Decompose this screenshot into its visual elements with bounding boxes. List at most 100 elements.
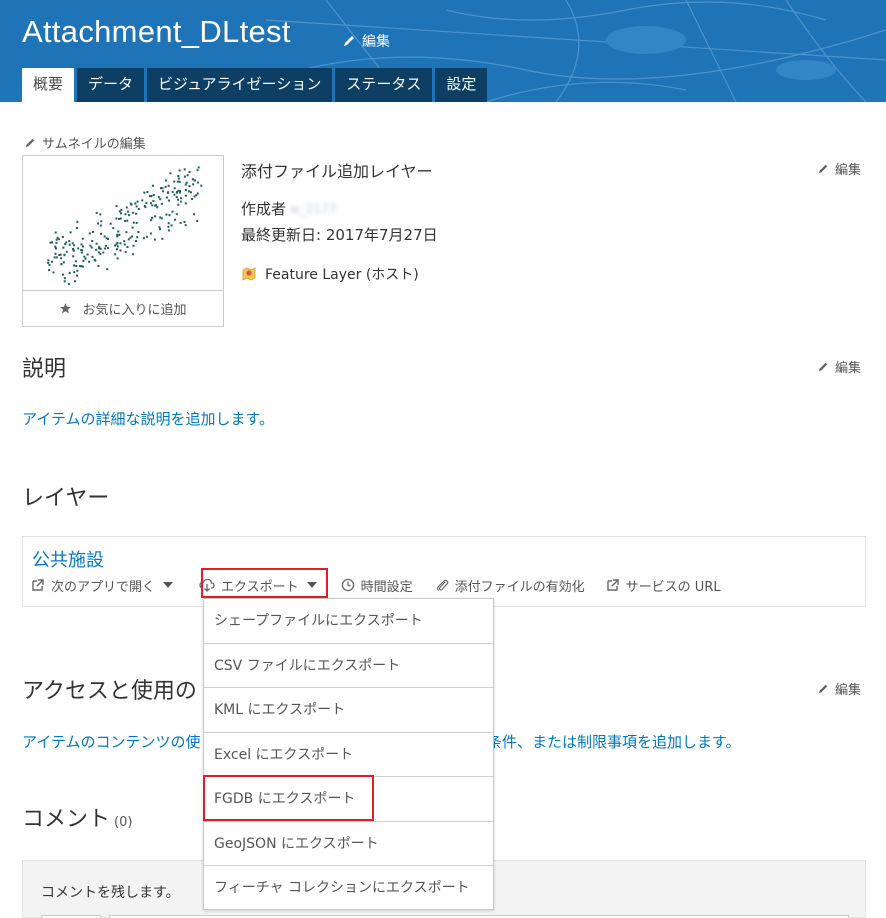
thumbnail-point xyxy=(80,265,83,268)
tab-status[interactable]: ステータス xyxy=(335,68,433,102)
access-edit-label: 編集 xyxy=(835,683,862,698)
thumbnail-point xyxy=(175,213,178,216)
thumbnail-point xyxy=(168,214,171,217)
thumbnail-edit-button[interactable]: サムネイルの編集 xyxy=(24,133,146,152)
add-description-link[interactable]: アイテムの詳細な説明を追加します。 xyxy=(22,408,274,429)
thumbnail-point xyxy=(160,187,162,190)
thumbnail-point xyxy=(167,191,169,194)
thumbnail-point xyxy=(80,249,83,251)
thumbnail-point xyxy=(115,205,118,208)
thumbnail-point xyxy=(95,242,98,245)
thumbnail-point xyxy=(118,233,121,236)
thumbnail-point xyxy=(116,233,119,236)
export-feature-collection-item[interactable]: フィーチャ コレクションにエクスポート xyxy=(204,866,493,911)
thumbnail-point xyxy=(52,271,55,274)
comments-count: (0) xyxy=(114,815,133,830)
thumbnail-point xyxy=(71,242,74,245)
add-favorite-button[interactable]: お気に入りに追加 xyxy=(23,290,223,326)
time-settings-button[interactable]: 時間設定 xyxy=(341,576,413,595)
tab-visualization[interactable]: ビジュアライゼーション xyxy=(147,68,333,102)
pencil-icon xyxy=(818,164,828,173)
access-edit-button[interactable]: 編集 xyxy=(817,679,861,698)
thumbnail-point xyxy=(191,178,194,181)
thumbnail-point xyxy=(177,203,180,206)
thumbnail-point xyxy=(51,241,53,244)
enable-attachments-button[interactable]: 添付ファイルの有効化 xyxy=(435,576,585,595)
tab-data[interactable]: データ xyxy=(77,68,145,102)
comments-heading: コメント (0) xyxy=(22,801,132,833)
thumbnail-point xyxy=(167,229,170,232)
export-csv-item[interactable]: CSV ファイルにエクスポート xyxy=(204,644,493,688)
thumbnail-point xyxy=(177,175,180,177)
add-favorite-label: お気に入りに追加 xyxy=(82,303,187,318)
thumbnail-point xyxy=(174,218,176,221)
export-excel-item[interactable]: Excel にエクスポート xyxy=(204,733,493,777)
thumbnail-point xyxy=(117,230,120,233)
thumbnail-point xyxy=(135,205,138,208)
export-kml-item[interactable]: KML にエクスポート xyxy=(204,688,493,733)
thumbnail-point xyxy=(184,224,187,227)
thumbnail-point xyxy=(80,243,83,246)
layer-name-link[interactable]: 公共施設 xyxy=(32,546,104,572)
thumbnail-point xyxy=(55,241,58,244)
thumbnail-point xyxy=(74,280,76,283)
thumbnail-point xyxy=(160,202,163,205)
thumbnail-point xyxy=(68,243,71,246)
thumbnail-point xyxy=(74,260,77,263)
external-link-icon xyxy=(606,579,619,591)
pencil-icon xyxy=(344,36,354,46)
thumbnail-point xyxy=(184,189,187,191)
thumbnail-point xyxy=(136,236,139,239)
tab-overview[interactable]: 概要 xyxy=(22,68,75,102)
export-shapefile-item[interactable]: シェープファイルにエクスポート xyxy=(204,599,493,644)
thumbnail-point xyxy=(118,218,121,220)
star-icon xyxy=(60,303,72,314)
thumbnail-point xyxy=(68,271,71,274)
pencil-icon xyxy=(818,362,828,371)
add-access-link-start[interactable]: アイテムのコンテンツの使 xyxy=(22,731,201,752)
thumbnail-point xyxy=(56,236,59,239)
add-access-link-end[interactable]: の条件、または制限事項を追加します。 xyxy=(472,731,741,752)
thumbnail-point xyxy=(116,257,119,260)
thumbnail-point xyxy=(54,245,57,248)
thumbnail-point xyxy=(123,240,126,243)
title-edit-button[interactable]: 編集 xyxy=(342,31,390,51)
comments-heading-label: コメント xyxy=(22,807,111,832)
open-in-app-button[interactable]: 次のアプリで開く xyxy=(31,576,174,595)
thumbnail-point xyxy=(184,183,187,186)
thumbnail-point xyxy=(135,212,138,215)
thumbnail-point xyxy=(136,200,139,203)
thumbnail-point xyxy=(128,214,131,217)
thumbnail-point xyxy=(104,247,107,250)
thumbnail-point xyxy=(149,232,152,235)
thumbnail-point xyxy=(169,172,172,175)
fgdb-highlight-box xyxy=(203,775,374,821)
thumbnail-point xyxy=(114,253,117,256)
thumbnail-point xyxy=(173,187,176,190)
thumbnail-point xyxy=(106,268,109,271)
thumbnail-point xyxy=(91,240,94,242)
item-edit-button[interactable]: 編集 xyxy=(817,159,861,178)
thumbnail-point xyxy=(126,246,129,248)
thumbnail-point xyxy=(95,248,98,251)
thumbnail-point xyxy=(84,257,87,260)
thumbnail-point xyxy=(151,204,154,207)
owner-value[interactable]: w_2177 xyxy=(290,202,336,216)
service-url-button[interactable]: サービスの URL xyxy=(606,576,721,595)
thumbnail-point xyxy=(132,244,135,247)
tab-settings[interactable]: 設定 xyxy=(435,68,488,102)
thumbnail-point xyxy=(179,200,182,203)
thumbnail-point xyxy=(51,260,53,263)
thumbnail-point xyxy=(156,206,159,209)
thumbnail-point xyxy=(152,194,155,196)
thumbnail-point xyxy=(55,247,57,250)
description-edit-button[interactable]: 編集 xyxy=(817,357,861,376)
thumbnail-point xyxy=(109,222,112,225)
layer-card: 公共施設 次のアプリで開く エクスポート 時間設定 添付ファイルの有効化 サービ… xyxy=(22,536,866,607)
export-geojson-item[interactable]: GeoJSON にエクスポート xyxy=(204,822,493,866)
thumbnail-point xyxy=(77,247,80,250)
thumbnail-point xyxy=(73,244,76,247)
thumbnail-point xyxy=(88,260,91,263)
thumbnail-point xyxy=(76,274,78,277)
thumbnail-point xyxy=(54,231,57,234)
